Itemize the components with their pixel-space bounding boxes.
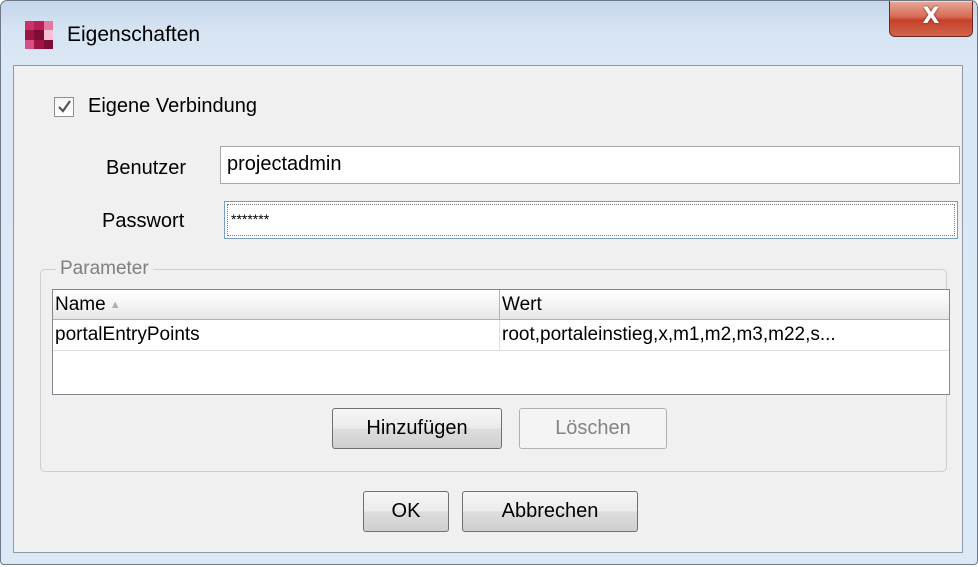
checkmark-icon [58,100,71,113]
close-icon: X [922,4,940,29]
dialog-content: Eigene Verbindung Benutzer projectadmin … [13,65,963,553]
password-input[interactable]: ******* [224,201,958,239]
user-label: Benutzer [106,157,187,179]
delete-button[interactable]: Löschen [519,408,667,449]
column-header-name[interactable]: Name ▲ [53,290,499,319]
column-header-value[interactable]: Wert [500,290,950,319]
table-row[interactable]: portalEntryPoints root,portaleinstieg,x,… [53,320,949,351]
password-value: ******* [227,204,955,236]
sort-ascending-icon: ▲ [109,299,121,311]
properties-dialog: Eigenschaften X Eigene Verbindung Benutz… [0,0,978,565]
close-button[interactable]: X [889,1,973,37]
row-name-cell[interactable]: portalEntryPoints [53,320,499,350]
row-value-cell[interactable]: root,portaleinstieg,x,m1,m2,m3,m22,s... [500,320,949,350]
own-connection-checkbox[interactable] [54,97,74,117]
ok-button[interactable]: OK [363,491,449,532]
parameter-group-title: Parameter [56,257,153,281]
user-input[interactable]: projectadmin [220,146,960,184]
parameter-table[interactable]: Name ▲ Wert portalEntryPoints root,portal… [52,289,950,395]
column-header-name-label: Name [55,294,106,315]
cancel-button[interactable]: Abbrechen [462,491,638,532]
password-label: Passwort [102,210,185,232]
app-logo-icon [25,21,53,49]
window-title: Eigenschaften [67,23,201,46]
title-bar[interactable]: Eigenschaften X [1,1,977,65]
own-connection-label[interactable]: Eigene Verbindung [88,93,257,119]
table-header: Name ▲ Wert [53,290,949,320]
add-button[interactable]: Hinzufügen [332,408,502,449]
